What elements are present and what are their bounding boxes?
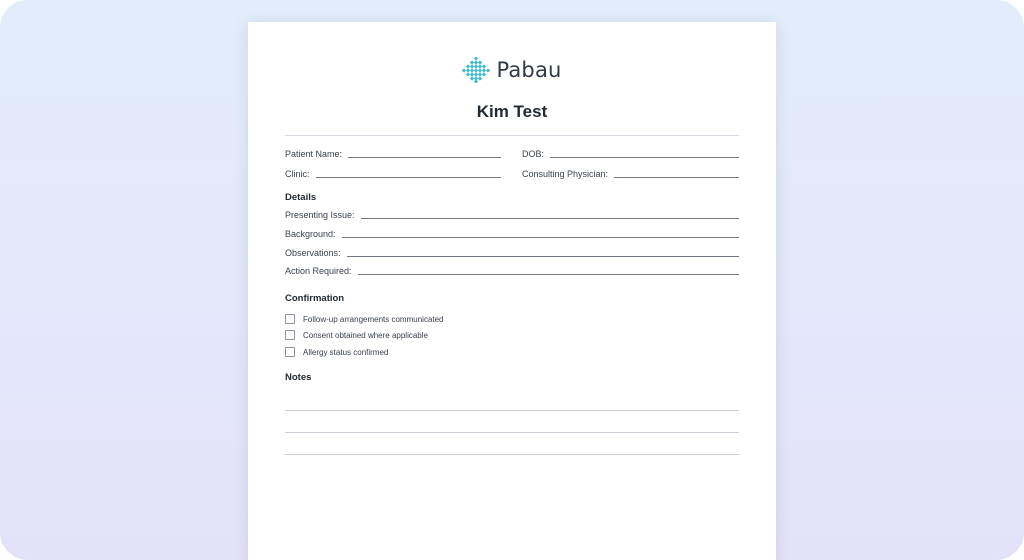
notes-line-1[interactable] bbox=[285, 410, 739, 411]
notes-line-3[interactable] bbox=[285, 454, 739, 455]
notes-line-2[interactable] bbox=[285, 432, 739, 433]
consent-checkbox-label: Consent obtained where applicable bbox=[303, 330, 428, 340]
brand-name: Pabau bbox=[496, 58, 562, 82]
dob-field[interactable]: DOB: bbox=[522, 146, 739, 160]
action-required-label: Action Required: bbox=[285, 266, 352, 276]
background-field[interactable]: Background: bbox=[285, 226, 739, 240]
consent-checkbox[interactable] bbox=[285, 330, 295, 340]
notes-heading: Notes bbox=[285, 372, 312, 383]
presenting-issue-label: Presenting Issue: bbox=[285, 210, 355, 220]
clinic-label: Clinic: bbox=[285, 169, 310, 179]
background-frame: Pabau Kim Test Patient Name: DOB: Clinic… bbox=[0, 0, 1024, 560]
dob-label: DOB: bbox=[522, 149, 545, 159]
background-line bbox=[341, 237, 739, 238]
pabau-logo-icon bbox=[462, 57, 491, 83]
form-document: Pabau Kim Test Patient Name: DOB: Clinic… bbox=[248, 22, 776, 560]
observations-label: Observations: bbox=[285, 248, 341, 258]
patient-name-field[interactable]: Patient Name: bbox=[285, 146, 501, 160]
background-label: Background: bbox=[285, 229, 336, 239]
action-required-line bbox=[357, 274, 739, 275]
title-divider bbox=[285, 135, 739, 136]
follow-up-checkbox[interactable] bbox=[285, 314, 295, 324]
consulting-physician-field[interactable]: Consulting Physician: bbox=[522, 166, 739, 180]
patient-name-label: Patient Name: bbox=[285, 149, 343, 159]
presenting-issue-field[interactable]: Presenting Issue: bbox=[285, 207, 739, 221]
follow-up-checkbox-row[interactable]: Follow-up arrangements communicated bbox=[285, 313, 444, 325]
allergy-checkbox-row[interactable]: Allergy status confirmed bbox=[285, 346, 388, 358]
allergy-checkbox[interactable] bbox=[285, 347, 295, 357]
patient-name-line bbox=[348, 157, 501, 158]
consulting-physician-label: Consulting Physician: bbox=[522, 169, 609, 179]
action-required-field[interactable]: Action Required: bbox=[285, 263, 739, 277]
consent-checkbox-row[interactable]: Consent obtained where applicable bbox=[285, 329, 428, 341]
clinic-field[interactable]: Clinic: bbox=[285, 166, 501, 180]
clinic-line bbox=[315, 177, 501, 178]
confirmation-heading: Confirmation bbox=[285, 293, 345, 304]
consulting-physician-line bbox=[614, 177, 739, 178]
brand-logo: Pabau bbox=[248, 56, 776, 84]
observations-field[interactable]: Observations: bbox=[285, 245, 739, 259]
follow-up-checkbox-label: Follow-up arrangements communicated bbox=[303, 314, 444, 324]
form-title: Kim Test bbox=[476, 102, 548, 121]
details-heading: Details bbox=[285, 192, 317, 203]
observations-line bbox=[346, 256, 739, 257]
presenting-issue-line bbox=[360, 218, 739, 219]
dob-line bbox=[550, 157, 739, 158]
allergy-checkbox-label: Allergy status confirmed bbox=[303, 347, 389, 357]
